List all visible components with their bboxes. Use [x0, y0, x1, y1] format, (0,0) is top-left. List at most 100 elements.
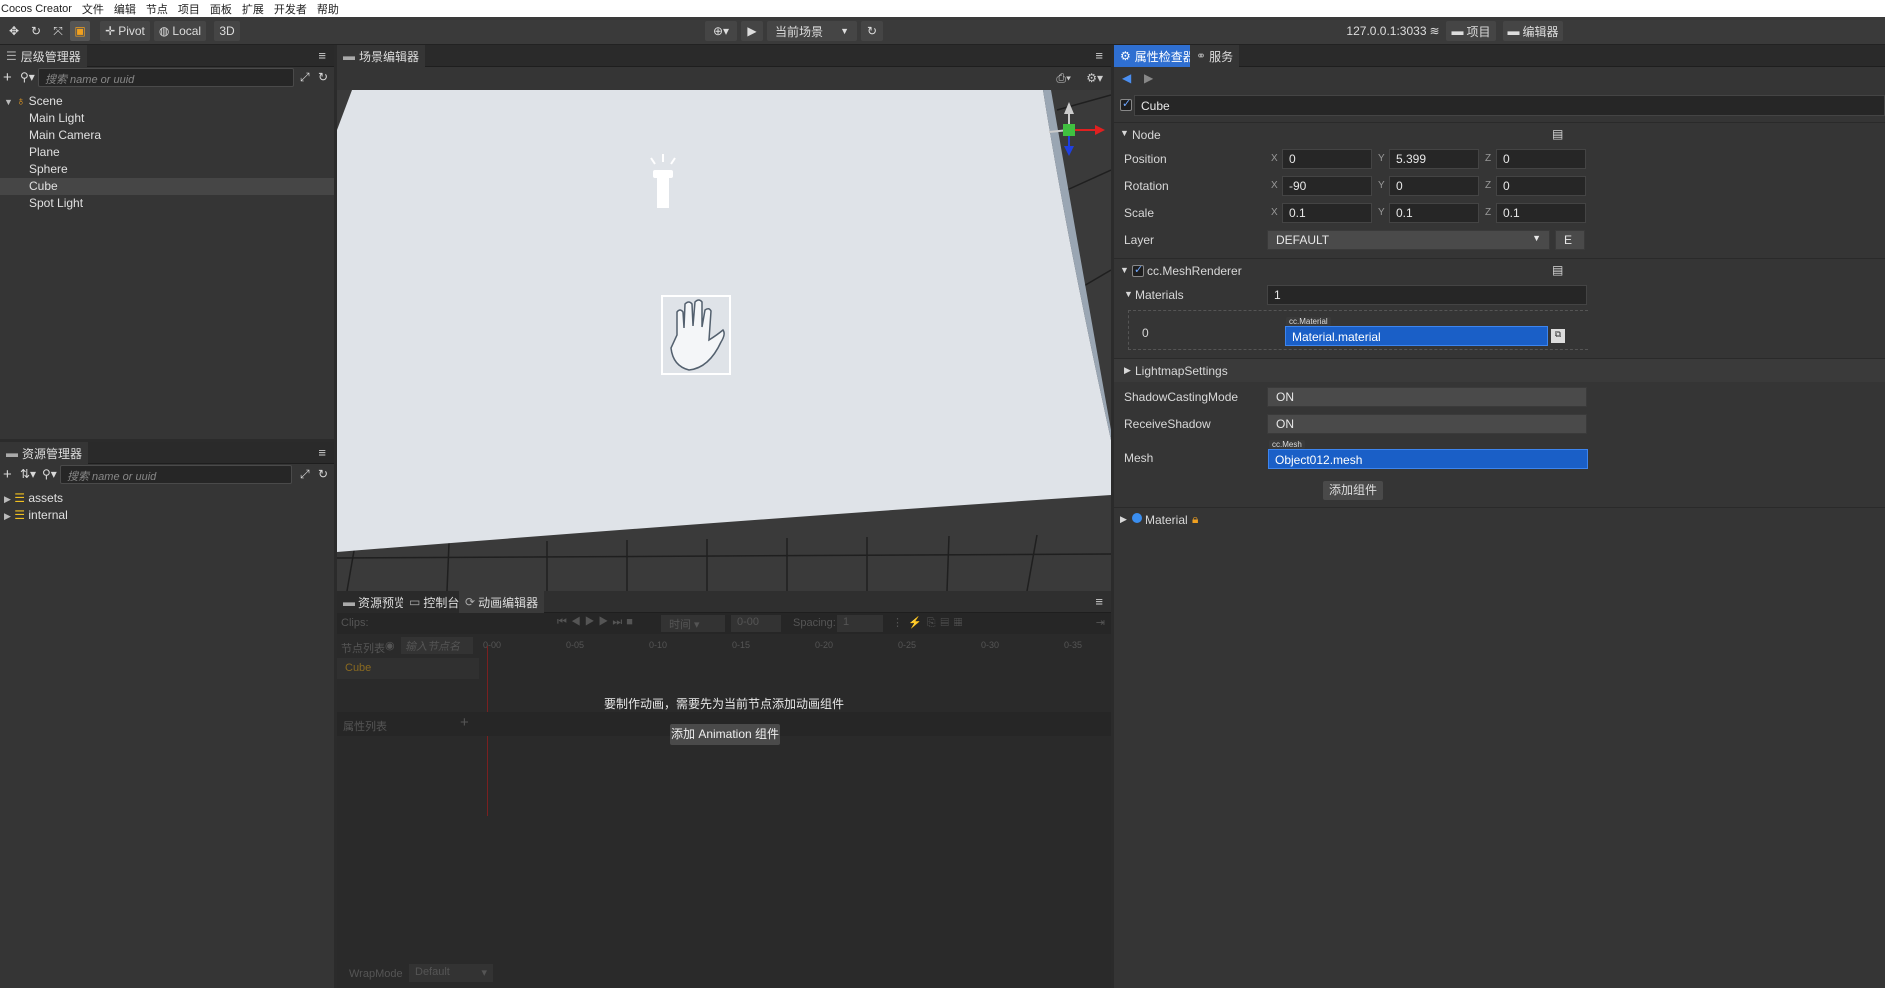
menu-panel[interactable]: 面板: [210, 1, 232, 17]
tab-assets[interactable]: ▬ 资源管理器: [0, 442, 89, 464]
menu-extension[interactable]: 扩展: [242, 1, 264, 17]
expand-icon[interactable]: ⤢: [300, 70, 310, 85]
tab-scene-editor[interactable]: ▬ 场景编辑器: [337, 45, 426, 67]
add-icon[interactable]: +: [3, 69, 12, 86]
scale-tool-button[interactable]: ⤧: [48, 21, 68, 41]
tree-item-main-camera[interactable]: Main Camera: [0, 127, 334, 144]
mesh-renderer-enabled-checkbox[interactable]: [1132, 263, 1144, 277]
material-field[interactable]: Material.material: [1285, 326, 1548, 346]
lock-icon[interactable]: 🔒︎: [1192, 512, 1198, 527]
tab-service[interactable]: ⚭ 服务: [1190, 45, 1240, 67]
tree-item-scene[interactable]: ▼ ♁ Scene: [0, 93, 334, 110]
menu-help[interactable]: 帮助: [317, 1, 339, 17]
server-address[interactable]: 127.0.0.1:3033 ≋: [1345, 21, 1441, 41]
timeline-ruler[interactable]: 0-00 0-05 0-10 0-15 0-20 0-25 0-30 0-35: [479, 634, 1111, 658]
materials-count-input[interactable]: 1: [1267, 285, 1587, 305]
tab-asset-preview[interactable]: ▬ 资源预览: [337, 591, 413, 613]
scene-select[interactable]: 当前场景 ▼: [767, 21, 857, 41]
help-doc-icon[interactable]: ▤: [1552, 263, 1563, 277]
add-component-button[interactable]: 添加组件: [1323, 481, 1383, 500]
move-tool-button[interactable]: ✥: [4, 21, 24, 41]
eye-icon[interactable]: ◉: [385, 639, 395, 652]
panel-menu-icon[interactable]: ≡: [318, 48, 326, 63]
position-y-input[interactable]: 5.399: [1389, 149, 1479, 169]
refresh-icon[interactable]: ↻: [318, 70, 328, 84]
tab-animation-editor[interactable]: ⟳ 动画编辑器: [459, 591, 545, 613]
tab-console[interactable]: ▭ 控制台: [403, 591, 466, 613]
locate-asset-icon[interactable]: ⧉: [1551, 329, 1565, 343]
help-doc-icon[interactable]: ▤: [1552, 127, 1563, 141]
add-icon[interactable]: +: [3, 466, 12, 483]
node-active-checkbox[interactable]: [1120, 97, 1132, 111]
pivot-button[interactable]: ✛ Pivot: [100, 21, 150, 41]
playback-controls[interactable]: ⏮◀▶▶⏭■: [557, 616, 637, 629]
play-button[interactable]: ▶: [741, 21, 763, 41]
node-name-input[interactable]: Cube: [1134, 95, 1885, 116]
wrapmode-select[interactable]: Default ▾: [409, 964, 493, 982]
refresh-icon[interactable]: ↻: [318, 467, 328, 481]
menu-file[interactable]: 文件: [82, 1, 104, 17]
search-icon[interactable]: ⚲▾: [42, 467, 57, 481]
layer-edit-button[interactable]: E: [1555, 230, 1585, 250]
rotation-y-input[interactable]: 0: [1389, 176, 1479, 196]
mode-3d-button[interactable]: 3D: [214, 21, 240, 41]
shadow-casting-select[interactable]: ON: [1267, 387, 1587, 407]
position-x-input[interactable]: 0: [1282, 149, 1372, 169]
globe-dropdown[interactable]: ⊕▾: [705, 21, 737, 41]
time-value-input[interactable]: 0-00: [731, 615, 781, 632]
menu-edit[interactable]: 编辑: [114, 1, 136, 17]
asset-item-assets[interactable]: ▶ ☰ assets: [0, 490, 334, 507]
gear-icon[interactable]: ⚙▾: [1086, 71, 1103, 85]
project-button[interactable]: ▬ 项目: [1446, 21, 1496, 41]
rect-tool-button[interactable]: ▣: [70, 21, 90, 41]
menu-project[interactable]: 项目: [178, 1, 200, 17]
scale-x-input[interactable]: 0.1: [1282, 203, 1372, 223]
add-property-icon[interactable]: +: [460, 714, 469, 731]
local-button[interactable]: ◍ Local: [154, 21, 206, 41]
panel-menu-icon[interactable]: ≡: [318, 445, 326, 460]
panel-menu-icon[interactable]: ≡: [1095, 48, 1103, 63]
expand-icon[interactable]: ⤢: [300, 467, 310, 482]
tree-item-sphere[interactable]: Sphere: [0, 161, 334, 178]
tree-item-cube[interactable]: Cube: [0, 178, 334, 195]
scale-z-input[interactable]: 0.1: [1496, 203, 1586, 223]
mesh-renderer-section-header[interactable]: ▼ cc.MeshRenderer ▤: [1114, 258, 1885, 282]
node-section-header[interactable]: ▼ Node ▤: [1114, 122, 1885, 146]
spacing-input[interactable]: 1: [837, 615, 883, 632]
editor-button[interactable]: ▬ 编辑器: [1503, 21, 1563, 41]
rotate-tool-button[interactable]: ↻: [26, 21, 46, 41]
menu-developer[interactable]: 开发者: [274, 1, 307, 17]
tree-item-main-light[interactable]: Main Light: [0, 110, 334, 127]
receive-shadow-select[interactable]: ON: [1267, 414, 1587, 434]
tree-item-plane[interactable]: Plane: [0, 144, 334, 161]
mesh-field[interactable]: Object012.mesh: [1268, 449, 1588, 469]
panel-menu-icon[interactable]: ≡: [1095, 594, 1103, 609]
assets-search-input[interactable]: 搜索 name or uuid: [60, 465, 292, 484]
scale-y-input[interactable]: 0.1: [1389, 203, 1479, 223]
exit-icon[interactable]: ⇥: [1096, 616, 1105, 629]
tree-item-spot-light[interactable]: Spot Light: [0, 195, 334, 212]
asset-item-internal[interactable]: ▶ ☰ internal: [0, 507, 334, 524]
camera-icon[interactable]: ⎙▾: [1056, 71, 1071, 86]
keyframe-tools[interactable]: ⋮⚡⎘▤▦: [892, 616, 967, 630]
lightmap-settings-header[interactable]: ▶ LightmapSettings: [1114, 358, 1885, 382]
time-select[interactable]: 时间 ▾: [661, 615, 725, 632]
rotation-z-input[interactable]: 0: [1496, 176, 1586, 196]
menu-node[interactable]: 节点: [146, 1, 168, 17]
sort-icon[interactable]: ⇅▾: [20, 467, 36, 481]
animation-node-row[interactable]: Cube: [337, 658, 479, 679]
forward-arrow-icon[interactable]: ▶: [1144, 71, 1153, 85]
scene-viewport[interactable]: [337, 90, 1111, 591]
node-filter-input[interactable]: 输入节点名: [401, 637, 473, 654]
tab-hierarchy[interactable]: ☰ 层级管理器: [0, 45, 87, 67]
add-animation-component-button[interactable]: 添加 Animation 组件: [670, 724, 780, 745]
position-z-input[interactable]: 0: [1496, 149, 1586, 169]
back-arrow-icon[interactable]: ◀: [1122, 71, 1131, 85]
tab-inspector[interactable]: ⚙ 属性检查器: [1114, 45, 1201, 67]
refresh-button[interactable]: ↻: [861, 21, 883, 41]
hierarchy-search-input[interactable]: 搜索 name or uuid: [38, 68, 294, 87]
search-icon[interactable]: ⚲▾: [20, 70, 35, 84]
rotation-x-input[interactable]: -90: [1282, 176, 1372, 196]
layer-select[interactable]: DEFAULT ▼: [1267, 230, 1550, 250]
material-asset-header[interactable]: ▶ Material 🔒︎: [1114, 507, 1885, 531]
